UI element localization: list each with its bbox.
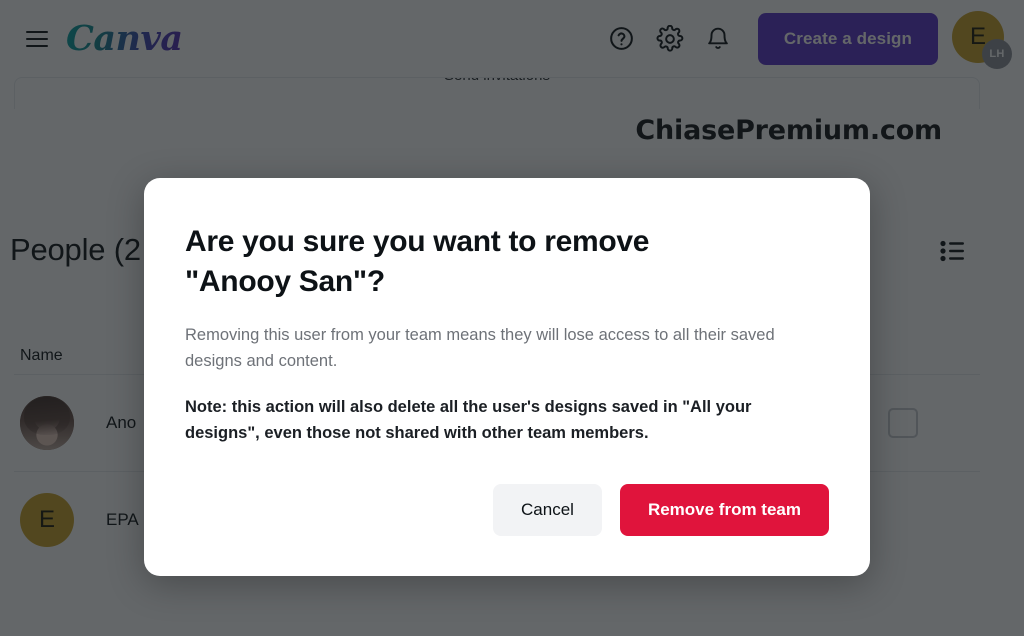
cancel-button[interactable]: Cancel (493, 484, 602, 536)
dialog-body-text: Removing this user from your team means … (185, 325, 775, 370)
dialog-title: Are you sure you want to remove "Anooy S… (185, 225, 650, 298)
remove-user-confirmation-dialog: Are you sure you want to remove "Anooy S… (144, 178, 870, 576)
app-root: Send invitations ChiasePremium.com Peopl… (0, 0, 1024, 636)
remove-from-team-button[interactable]: Remove from team (619, 484, 829, 536)
dialog-note-text: Note: this action will also delete all t… (185, 397, 752, 442)
dialog-actions: Cancel Remove from team (493, 484, 829, 536)
